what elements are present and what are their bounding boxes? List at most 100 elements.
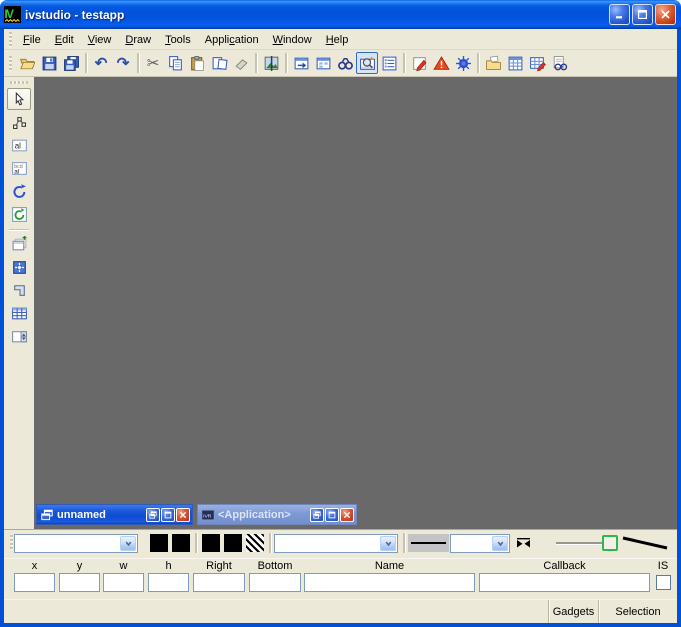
new-window-tool-button[interactable] <box>7 233 31 255</box>
rotate-tool-button[interactable] <box>7 180 31 202</box>
corner-tool-button[interactable] <box>7 279 31 301</box>
mdi-maximize-button[interactable] <box>325 508 339 522</box>
menu-item-file[interactable]: File <box>16 31 48 49</box>
polyline-tool-button[interactable] <box>7 111 31 133</box>
folder-docs-button[interactable] <box>482 52 504 74</box>
save-all-button[interactable] <box>60 52 82 74</box>
label-al-tool-button[interactable]: al <box>7 134 31 156</box>
table-tool-button[interactable] <box>7 302 31 324</box>
svg-text:al: al <box>14 141 20 150</box>
position-tool-button[interactable] <box>7 256 31 278</box>
cut-button[interactable]: ✂ <box>142 52 164 74</box>
search-docs-button[interactable] <box>548 52 570 74</box>
x-field-group: x <box>14 559 55 592</box>
pattern-swatch[interactable] <box>246 534 264 552</box>
mdi-restore-button[interactable] <box>310 508 324 522</box>
image-button[interactable] <box>260 52 282 74</box>
title-bar[interactable]: IV ivstudio - testapp <box>0 0 681 29</box>
binoculars-button[interactable] <box>334 52 356 74</box>
crescent-icon[interactable] <box>535 535 550 551</box>
undo-button[interactable]: ↶ <box>90 52 112 74</box>
slider-thumb[interactable] <box>602 535 618 551</box>
mdi-window-titlebar-0[interactable]: unnamed <box>36 504 193 525</box>
close-button[interactable] <box>655 4 676 25</box>
eraser-button[interactable] <box>230 52 252 74</box>
bug-button[interactable] <box>452 52 474 74</box>
separator <box>269 533 271 553</box>
name-label: Name <box>304 559 475 573</box>
menu-item-edit[interactable]: Edit <box>48 31 81 49</box>
window-arrow-button[interactable] <box>290 52 312 74</box>
mdi-window-title: <Application> <box>218 509 309 521</box>
bottom-input[interactable] <box>249 573 301 592</box>
select-arrow-tool-button[interactable] <box>7 88 31 110</box>
w-input[interactable] <box>103 573 144 592</box>
gadget-class-combo-dropdown-button[interactable] <box>120 536 136 551</box>
toolbar-separator <box>477 53 479 73</box>
style-combo[interactable] <box>274 534 398 553</box>
design-canvas[interactable]: unnamedIVR<Application> <box>34 77 677 529</box>
maximize-button[interactable] <box>632 4 653 25</box>
separator <box>403 533 405 553</box>
list-details-button[interactable] <box>378 52 400 74</box>
toolbar-gripper[interactable] <box>9 56 12 71</box>
bowtie-marker-icon[interactable] <box>515 535 532 551</box>
menu-item-tools[interactable]: Tools <box>158 31 198 49</box>
menu-item-view[interactable]: View <box>81 31 119 49</box>
menu-item-window[interactable]: Window <box>266 31 319 49</box>
menu-item-help[interactable]: Help <box>319 31 356 49</box>
menubar-gripper[interactable] <box>9 32 12 47</box>
y-input[interactable] <box>59 573 100 592</box>
h-input[interactable] <box>148 573 189 592</box>
caption-buttons <box>609 4 676 25</box>
mdi-window-titlebar-1[interactable]: IVR<Application> <box>197 504 357 525</box>
duplicate-button[interactable] <box>208 52 230 74</box>
mdi-restore-button[interactable] <box>146 508 160 522</box>
save-button[interactable] <box>38 52 60 74</box>
spin-panel-tool-button[interactable] <box>7 325 31 347</box>
grid-window-button[interactable] <box>504 52 526 74</box>
color-swatch-3[interactable] <box>202 534 220 552</box>
redo-button[interactable]: ↷ <box>112 52 134 74</box>
search-docs-icon <box>551 55 568 72</box>
open-folder-button[interactable] <box>16 52 38 74</box>
window-form-icon <box>315 55 332 72</box>
table-edit-button[interactable] <box>526 52 548 74</box>
polyline-icon <box>11 114 28 131</box>
mdi-close-button[interactable] <box>340 508 354 522</box>
minimize-button[interactable] <box>609 4 630 25</box>
color-swatch-2[interactable] <box>172 534 190 552</box>
edit-note-button[interactable] <box>408 52 430 74</box>
corner-icon <box>11 282 28 299</box>
paste-button[interactable] <box>186 52 208 74</box>
color-swatch-4[interactable] <box>224 534 242 552</box>
gadget-class-combo[interactable] <box>14 534 138 553</box>
window-form-button[interactable] <box>312 52 334 74</box>
is-checkbox[interactable] <box>656 575 671 590</box>
name-input[interactable] <box>304 573 475 592</box>
copy-button[interactable] <box>164 52 186 74</box>
callback-input[interactable] <box>479 573 650 592</box>
color-swatch-1[interactable] <box>150 534 168 552</box>
width-slider[interactable] <box>556 534 618 552</box>
refresh-tool-button[interactable] <box>7 203 31 225</box>
right-input[interactable] <box>193 573 245 592</box>
workspace: al bcdal unnamedIVR<Application> <box>4 77 677 529</box>
label-abc-tool-button[interactable]: bcdal <box>7 157 31 179</box>
table-edit-icon <box>529 55 546 72</box>
menu-item-application[interactable]: Application <box>198 31 266 49</box>
style-combo-dropdown-button[interactable] <box>380 536 396 551</box>
warning-button[interactable] <box>430 52 452 74</box>
line-width-combo[interactable] <box>450 534 510 553</box>
mdi-maximize-button[interactable] <box>161 508 175 522</box>
toolbar-separator <box>85 53 87 73</box>
menu-item-draw[interactable]: Draw <box>118 31 158 49</box>
palette-gripper[interactable] <box>10 81 28 84</box>
grid-window-icon <box>507 55 524 72</box>
magnifier-window-button[interactable] <box>356 52 378 74</box>
main-toolbar: ↶↷ ✂ <box>4 50 677 77</box>
x-input[interactable] <box>14 573 55 592</box>
mdi-close-button[interactable] <box>176 508 190 522</box>
props-gripper[interactable] <box>10 535 13 550</box>
line-width-combo-dropdown-button[interactable] <box>492 536 508 551</box>
